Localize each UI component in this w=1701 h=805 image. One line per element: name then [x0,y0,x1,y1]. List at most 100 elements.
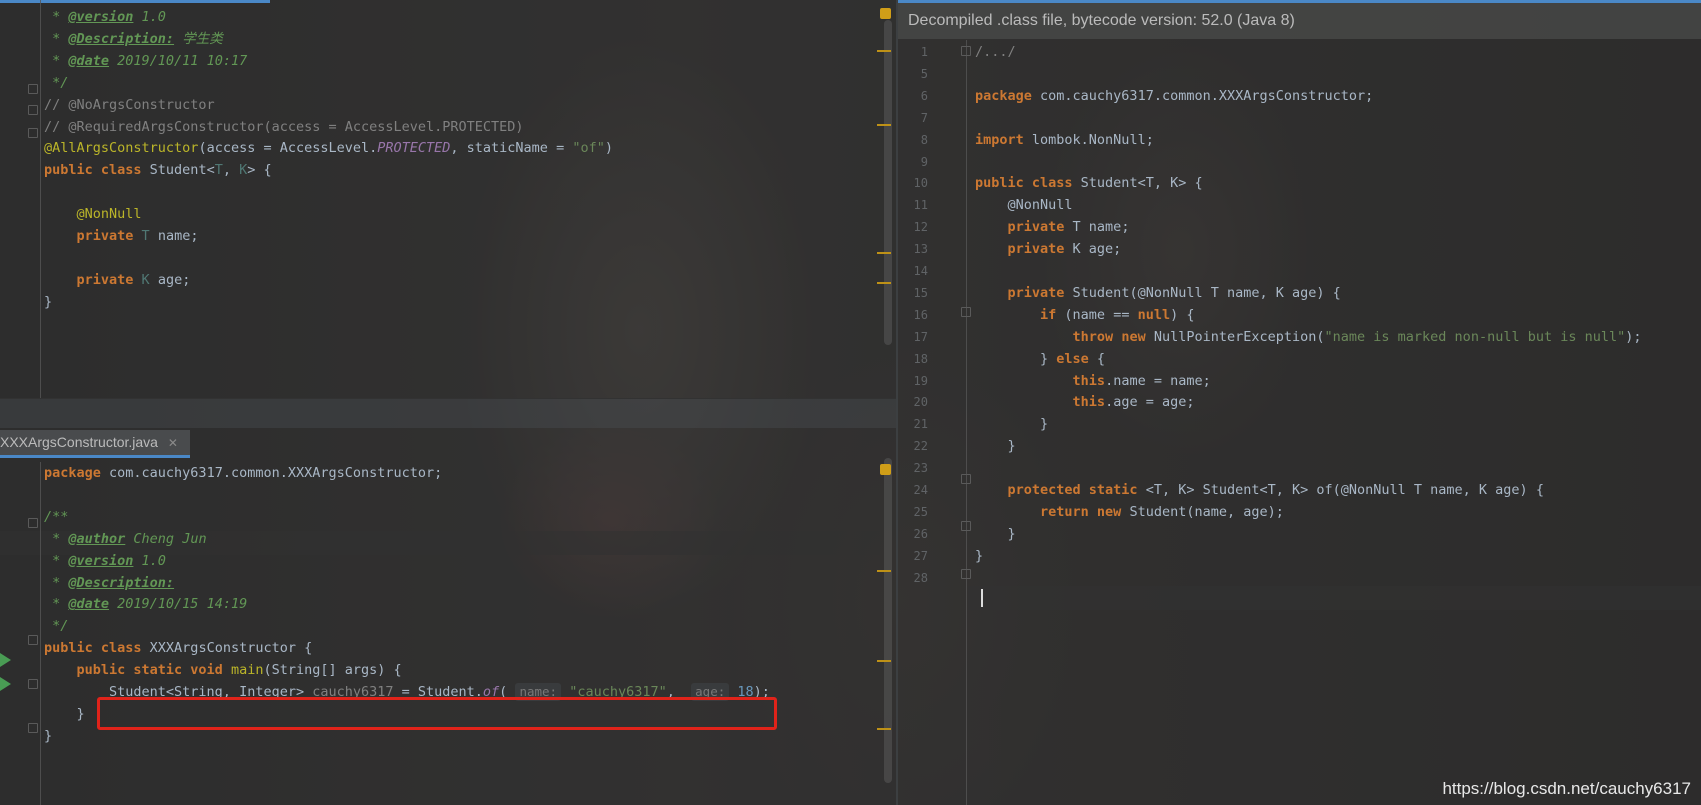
code-token: .age = age; [1105,394,1195,411]
code-token: * [44,596,69,613]
code-line: * @version 1.0 [44,550,166,574]
close-icon[interactable]: ✕ [168,436,178,450]
top-code-area[interactable]: * @version 1.0 * @Description: 学生类 * @da… [44,6,866,398]
line-number: 18 [913,351,928,366]
fold-icon[interactable] [961,307,971,317]
code-line: */ [44,615,68,639]
code-token: * [44,9,69,25]
code-line: // @RequiredArgsConstructor(access = Acc… [44,116,524,140]
fold-icon[interactable] [28,105,38,115]
marker-stripe [877,50,891,52]
line-number: 20 [913,395,928,410]
code-token: * [44,52,69,69]
fold-icon[interactable] [961,569,971,579]
expand-icon[interactable] [961,46,971,56]
code-token: @NonNull [975,197,1073,214]
run-icon[interactable] [0,677,11,691]
code-token: */ [44,74,69,91]
code-token: this [1072,394,1106,411]
code-token: XXXArgsConstructor { [149,640,313,657]
code-token: protected static [1007,482,1146,498]
code-line: // @NoArgsConstructor [44,94,215,118]
code-token: > { [247,162,272,179]
bottom-editor[interactable]: XXXArgsConstructor.java ✕ package com.ca… [0,428,896,805]
code-token: public static void [76,662,231,679]
code-token: lombok.NonNull; [1031,131,1154,148]
code-token: Student(@NonNull T name, K age) { [1072,284,1341,301]
fold-icon[interactable] [28,723,38,733]
fold-icon[interactable] [28,635,38,645]
code-token: age; [157,271,191,288]
code-line: */ [44,72,68,96]
code-line: * @Description: [44,572,174,596]
marker-stripe [877,660,891,662]
fold-icon[interactable] [28,128,38,138]
fold-icon[interactable] [28,679,38,689]
code-token: @date [68,596,110,613]
code-token: (String[] args) { [263,662,402,679]
code-line: throw new NullPointerException("name is … [975,326,1642,350]
code-token: private [1007,219,1073,236]
line-number: 17 [913,329,928,344]
code-token: 2019/10/11 10:17 [109,52,248,69]
code-token: main [230,662,264,679]
code-line: * @version 1.0 [44,6,166,30]
fold-icon[interactable] [961,521,971,531]
code-line: package com.cauchy6317.common.XXXArgsCon… [975,85,1373,109]
line-number: 7 [920,110,928,125]
code-line: * @author Cheng Jun [44,528,206,552]
fold-icon[interactable] [28,84,38,94]
decompiled-editor[interactable]: Decompiled .class file, bytecode version… [898,0,1701,805]
code-line: } [44,291,52,315]
code-token: T [214,162,223,179]
fold-icon[interactable] [28,518,38,528]
code-line: import lombok.NonNull; [975,129,1154,153]
line-number: 22 [913,439,928,454]
bottom-scrollbar[interactable] [884,458,892,783]
decompiled-banner: Decompiled .class file, bytecode version… [898,3,1701,39]
top-error-stripe-indicator [880,8,891,19]
code-token: K [141,271,158,288]
bottom-code-area[interactable]: package com.cauchy6317.common.XXXArgsCon… [44,462,866,805]
code-token: Student< [149,162,215,179]
code-token: Student<T, K> { [1080,175,1203,192]
line-number: 16 [913,307,928,322]
top-gutter-line [40,0,41,398]
code-token: 2019/10/15 14:19 [109,596,248,613]
editor-tab[interactable]: XXXArgsConstructor.java ✕ [0,430,190,458]
code-token: public class [44,640,150,657]
code-token: com.cauchy6317.common.XXXArgsConstructor… [1040,87,1374,104]
code-line: private K age; [975,238,1122,262]
code-token: @AllArgsConstructor [44,140,199,157]
code-line: private K age; [44,269,191,293]
highlight-box [97,697,777,730]
code-line: this.name = name; [975,370,1211,394]
code-token: if [1040,306,1065,323]
code-token: K age; [1072,241,1122,258]
code-token: } [975,547,984,564]
code-token: private [76,271,142,288]
line-number: 26 [913,526,928,541]
line-number: 25 [913,504,928,519]
code-token: package [44,465,110,481]
code-token: , [222,162,240,179]
split-divider[interactable] [0,398,896,428]
fold-icon[interactable] [961,474,971,484]
decompiled-code-area[interactable]: /.../ package com.cauchy6317.common.XXXAr… [975,41,1701,805]
code-token: T [141,228,158,244]
line-number: 8 [920,132,928,147]
code-line: } [975,523,1016,547]
code-token: * [44,574,69,591]
code-line: @NonNull [975,194,1073,218]
top-scrollbar[interactable] [884,20,892,345]
top-editor[interactable]: * @version 1.0 * @Description: 学生类 * @da… [0,0,896,398]
code-token: } [44,727,53,744]
code-line: @NonNull [44,203,142,227]
code-token: ) { [1170,306,1195,323]
code-line: } [44,725,52,749]
run-icon[interactable] [0,653,11,667]
